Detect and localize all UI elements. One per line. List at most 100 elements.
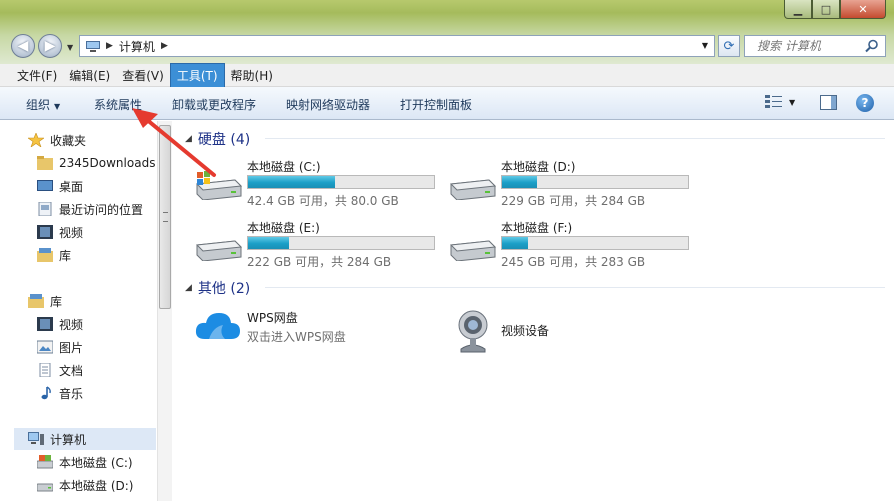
video-icon: [37, 317, 53, 331]
menu-tools[interactable]: 工具(T): [169, 62, 225, 88]
menu-edit[interactable]: 编辑(E): [63, 64, 116, 87]
organize-label: 组织: [26, 98, 51, 112]
chevron-down-icon: ▼: [54, 102, 61, 111]
system-properties-button[interactable]: 系统属性: [94, 96, 142, 113]
nav-item-videos[interactable]: 视频: [37, 221, 83, 243]
group-title: 硬盘 (4): [197, 132, 251, 148]
nav-item-label: 2345Downloads: [59, 156, 156, 170]
computer-icon: [28, 432, 44, 445]
nav-item-label: 文档: [59, 363, 84, 378]
search-input[interactable]: [757, 39, 865, 53]
drive-usage-bar: [501, 236, 689, 250]
drive-usage-fill: [502, 237, 529, 249]
webcam-icon: [458, 310, 488, 353]
library-icon: [28, 294, 44, 308]
search-box[interactable]: [744, 35, 886, 57]
breadcrumb-separator-icon[interactable]: ▶: [106, 41, 113, 51]
nav-item-2345downloads[interactable]: 2345Downloads: [37, 152, 155, 174]
drive-d[interactable]: 本地磁盘 (D:) 229 GB 可用，共 284 GB: [449, 158, 699, 208]
drive-icon: [37, 455, 53, 469]
nav-item-drive-d[interactable]: 本地磁盘 (D:): [37, 474, 133, 496]
group-header-hard-disks[interactable]: ◢ 硬盘 (4): [185, 129, 885, 149]
drive-name: 本地磁盘 (E:): [247, 221, 320, 235]
chevron-down-icon: ▼: [789, 97, 796, 107]
nav-item-label: 桌面: [59, 179, 84, 194]
nav-computer[interactable]: 计算机: [14, 428, 156, 450]
map-network-drive-button[interactable]: 映射网络驱动器: [286, 96, 370, 113]
computer-icon: [86, 40, 100, 52]
group-divider: [265, 287, 885, 288]
drive-icon: [449, 240, 497, 261]
nav-item-music[interactable]: 音乐: [37, 382, 83, 404]
nav-item-drive-c[interactable]: 本地磁盘 (C:): [37, 451, 133, 473]
nav-item-label: 视频: [59, 317, 84, 332]
drive-e[interactable]: 本地磁盘 (E:) 222 GB 可用，共 284 GB: [195, 219, 445, 269]
nav-item-desktop[interactable]: 桌面: [37, 175, 83, 197]
nav-computer-label: 计算机: [50, 432, 87, 447]
scrollbar-thumb[interactable]: [159, 125, 171, 309]
cloud-icon: [195, 313, 240, 339]
open-control-panel-button[interactable]: 打开控制面板: [400, 96, 472, 113]
menu-view[interactable]: 查看(V): [116, 64, 170, 87]
item-description: 双击进入WPS网盘: [247, 330, 346, 344]
document-icon: [39, 363, 51, 377]
drive-usage-bar: [247, 175, 435, 189]
minimize-button[interactable]: ▁: [784, 0, 812, 19]
nav-item-lib-videos[interactable]: 视频: [37, 313, 83, 335]
drive-usage-bar: [501, 175, 689, 189]
help-icon[interactable]: ?: [856, 94, 874, 112]
video-device[interactable]: 视频设备: [455, 305, 549, 355]
nav-favorites[interactable]: 收藏夹: [28, 129, 86, 151]
folder-icon: [37, 156, 53, 170]
nav-libraries[interactable]: 库: [28, 290, 62, 312]
back-button[interactable]: ◀: [11, 34, 35, 58]
collapse-triangle-icon[interactable]: ◢: [185, 134, 192, 144]
nav-item-label: 视频: [59, 225, 84, 240]
menu-help[interactable]: 帮助(H): [225, 64, 279, 87]
content-area: ◢ 硬盘 (4) 本地磁盘 (C:) 42.4 GB 可用，共 80.0 GB …: [173, 121, 894, 501]
nav-item-documents[interactable]: 文档: [37, 359, 83, 381]
command-bar: 组织 ▼ 系统属性 卸载或更改程序 映射网络驱动器 打开控制面板 ▼ ?: [0, 87, 894, 120]
recent-pages-dropdown[interactable]: ▼: [67, 43, 73, 52]
maximize-button[interactable]: □: [812, 0, 840, 19]
search-icon[interactable]: [865, 39, 879, 53]
view-list-icon: [765, 95, 782, 108]
drive-usage-bar: [247, 236, 435, 250]
collapse-triangle-icon[interactable]: ◢: [185, 283, 192, 293]
nav-item-label: 图片: [59, 340, 84, 355]
music-icon: [41, 386, 51, 400]
address-dropdown-icon[interactable]: ▼: [702, 41, 708, 50]
organize-button[interactable]: 组织 ▼: [26, 96, 60, 113]
breadcrumb-computer[interactable]: 计算机: [119, 38, 155, 55]
group-title: 其他 (2): [197, 281, 251, 297]
nav-item-pictures[interactable]: 图片: [37, 336, 83, 358]
drive-c[interactable]: 本地磁盘 (C:) 42.4 GB 可用，共 80.0 GB: [195, 158, 445, 208]
drive-icon: [195, 240, 243, 261]
nav-item-label: 音乐: [59, 386, 84, 401]
preview-pane-button[interactable]: [820, 95, 837, 110]
drive-usage-fill: [248, 237, 289, 249]
nav-item-recent[interactable]: 最近访问的位置: [37, 198, 143, 220]
menu-file[interactable]: 文件(F): [11, 64, 63, 87]
wps-cloud-drive[interactable]: WPS网盘 双击进入WPS网盘: [195, 309, 346, 345]
group-header-other[interactable]: ◢ 其他 (2): [185, 278, 885, 298]
drive-f[interactable]: 本地磁盘 (F:) 245 GB 可用，共 283 GB: [449, 219, 699, 269]
drive-name: 本地磁盘 (F:): [501, 221, 573, 235]
window-frame: ▁ □ ✕ ◀ ▶ ▼ ▶ 计算机 ▶ ▼ ⟳: [0, 0, 894, 64]
drive-name: 本地磁盘 (C:): [247, 160, 321, 174]
address-bar[interactable]: ▶ 计算机 ▶ ▼: [79, 35, 715, 57]
refresh-button[interactable]: ⟳: [718, 35, 740, 57]
uninstall-program-button[interactable]: 卸载或更改程序: [172, 96, 256, 113]
close-button[interactable]: ✕: [840, 0, 886, 19]
forward-button[interactable]: ▶: [38, 34, 62, 58]
forward-arrow-icon: ▶: [44, 38, 56, 54]
nav-pane-scrollbar[interactable]: [157, 121, 172, 501]
drive-free-space: 42.4 GB 可用，共 80.0 GB: [247, 194, 399, 208]
nav-item-label: 库: [59, 248, 72, 263]
video-icon: [37, 225, 53, 239]
drive-usage-fill: [502, 176, 538, 188]
nav-libraries-label: 库: [50, 294, 63, 309]
breadcrumb-separator-icon[interactable]: ▶: [161, 41, 168, 51]
change-view-button[interactable]: ▼: [765, 95, 795, 109]
nav-item-library[interactable]: 库: [37, 244, 71, 266]
